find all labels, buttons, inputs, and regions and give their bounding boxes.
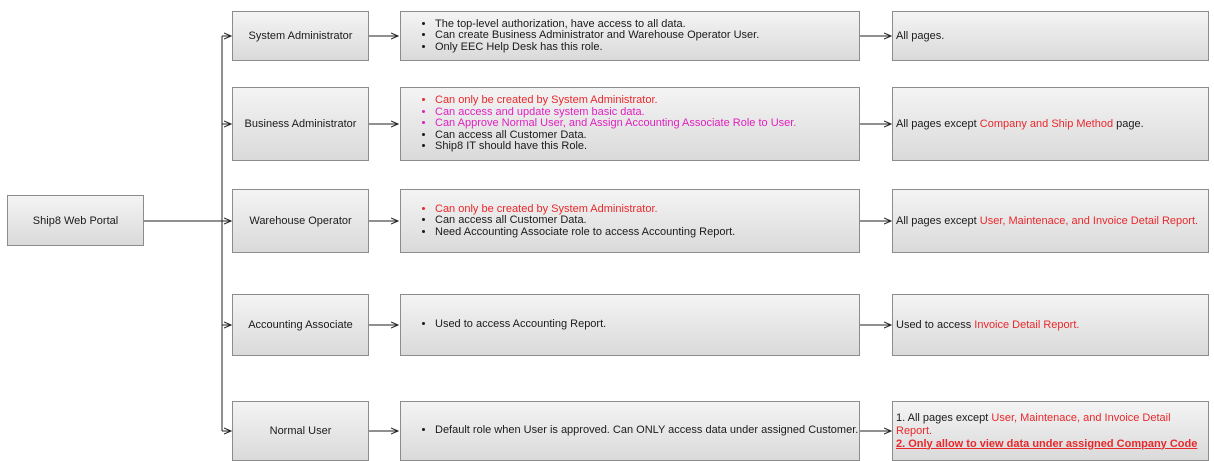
- page-access-text: All pages except User, Maintenace, and I…: [896, 215, 1198, 228]
- page-access-segment: All pages except: [896, 214, 980, 227]
- permission-item: Ship8 IT should have this Role.: [435, 141, 796, 153]
- page-access-business-administrator: All pages except Company and Ship Method…: [892, 87, 1209, 161]
- role-node-system-administrator: System Administrator: [232, 11, 369, 61]
- root-node-label: Ship8 Web Portal: [32, 214, 119, 227]
- page-access-system-administrator: All pages.: [892, 11, 1209, 61]
- page-access-accounting-associate: Used to access Invoice Detail Report.: [892, 294, 1209, 356]
- page-access-line: 1. All pages except User, Maintenace, an…: [896, 412, 1208, 438]
- permission-bullets: Can only be created by System Administra…: [401, 203, 735, 239]
- page-access-segment: Used to access: [896, 318, 975, 331]
- page-access-segment: Invoice Detail Report.: [974, 318, 1080, 331]
- page-access-segment: page.: [1113, 117, 1144, 130]
- page-access-segment: All pages.: [896, 29, 945, 42]
- role-node-label: Accounting Associate: [248, 319, 353, 331]
- root-node: Ship8 Web Portal: [7, 195, 144, 246]
- page-access-segment: User, Maintenace, and Invoice Detail Rep…: [979, 214, 1199, 227]
- page-access-line: All pages.: [896, 30, 944, 43]
- page-access-segment: 1. All pages except: [896, 411, 992, 424]
- permission-item: Only EEC Help Desk has this role.: [435, 41, 759, 54]
- permission-bullets: Can only be created by System Administra…: [401, 95, 796, 153]
- permission-list-normal-user: Default role when User is approved. Can …: [400, 401, 860, 461]
- role-node-label: System Administrator: [248, 30, 353, 42]
- page-access-segment: All pages except: [896, 117, 980, 130]
- page-access-text: All pages except Company and Ship Method…: [896, 118, 1144, 131]
- permission-bullets: Used to access Accounting Report.: [401, 319, 606, 331]
- page-access-warehouse-operator: All pages except User, Maintenace, and I…: [892, 189, 1209, 253]
- page-access-segment: 2. Only allow to view data under assigne…: [896, 437, 1198, 450]
- page-access-normal-user: 1. All pages except User, Maintenace, an…: [892, 401, 1209, 461]
- permission-item: Default role when User is approved. Can …: [435, 425, 858, 437]
- permission-list-warehouse-operator: Can only be created by System Administra…: [400, 189, 860, 253]
- permission-list-system-administrator: The top-level authorization, have access…: [400, 11, 860, 61]
- permission-bullets: Default role when User is approved. Can …: [401, 425, 858, 437]
- page-access-text: Used to access Invoice Detail Report.: [896, 319, 1079, 332]
- page-access-line: Used to access Invoice Detail Report.: [896, 319, 1079, 332]
- permission-list-accounting-associate: Used to access Accounting Report.: [400, 294, 860, 356]
- permission-list-business-administrator: Can only be created by System Administra…: [400, 87, 860, 161]
- page-access-text: 1. All pages except User, Maintenace, an…: [896, 412, 1208, 451]
- permission-item: Need Accounting Associate role to access…: [435, 226, 735, 239]
- role-node-business-administrator: Business Administrator: [232, 87, 369, 161]
- page-access-segment: Company and Ship Method: [979, 117, 1114, 130]
- permission-item: Used to access Accounting Report.: [435, 319, 606, 331]
- role-node-label: Business Administrator: [244, 118, 357, 130]
- role-node-label: Warehouse Operator: [249, 215, 352, 227]
- permission-bullets: The top-level authorization, have access…: [401, 18, 759, 54]
- page-access-line: All pages except Company and Ship Method…: [896, 118, 1144, 131]
- role-node-accounting-associate: Accounting Associate: [232, 294, 369, 356]
- role-node-normal-user: Normal User: [232, 401, 369, 461]
- role-node-label: Normal User: [269, 425, 332, 437]
- page-access-text: All pages.: [896, 30, 944, 43]
- page-access-line: All pages except User, Maintenace, and I…: [896, 215, 1198, 228]
- role-node-warehouse-operator: Warehouse Operator: [232, 189, 369, 253]
- page-access-line: 2. Only allow to view data under assigne…: [896, 438, 1208, 451]
